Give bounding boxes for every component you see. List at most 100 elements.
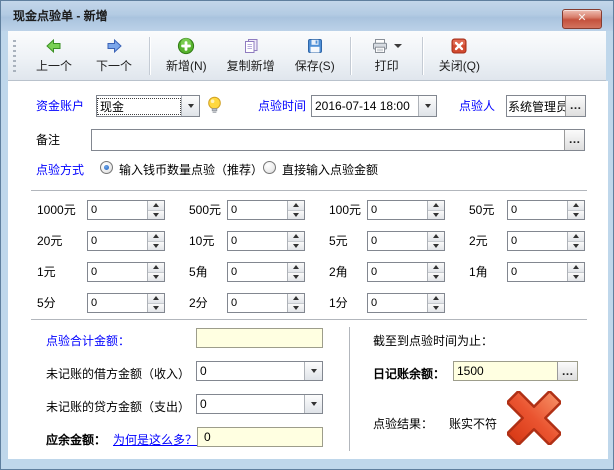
method-label: 点验方式 [36, 161, 84, 178]
denomination-value[interactable]: 0 [88, 235, 147, 247]
denomination-spinner[interactable]: 0 [507, 200, 585, 220]
next-button[interactable]: 下一个 [84, 33, 144, 78]
denomination-label: 1角 [469, 262, 507, 282]
denomination-value[interactable]: 0 [88, 266, 147, 278]
print-button[interactable]: 打印 [357, 33, 417, 78]
divider [31, 319, 587, 320]
toolbar-separator [350, 37, 352, 75]
prev-button-label: 上一个 [36, 57, 72, 74]
spinner-down-icon [433, 275, 439, 279]
save-button[interactable]: 保存(S) [285, 33, 345, 78]
spinner-buttons[interactable] [287, 263, 304, 281]
unposted-debit-combobox[interactable]: 0 [196, 361, 323, 381]
spinner-buttons[interactable] [427, 294, 444, 312]
denomination-spinner[interactable]: 0 [87, 293, 165, 313]
spinner-up-icon [573, 203, 579, 207]
denomination-value[interactable]: 0 [228, 266, 287, 278]
remark-input[interactable]: … [91, 129, 585, 151]
spinner-buttons[interactable] [427, 263, 444, 281]
denomination-spinner[interactable]: 0 [507, 262, 585, 282]
spinner-buttons[interactable] [147, 294, 164, 312]
spinner-buttons[interactable] [147, 263, 164, 281]
unposted-credit-value: 0 [197, 397, 304, 411]
denomination-value[interactable]: 0 [88, 297, 147, 309]
denomination-value[interactable]: 0 [508, 266, 567, 278]
check-time-dropdown-button[interactable] [418, 96, 436, 116]
account-dropdown-button[interactable] [181, 96, 199, 116]
spinner-buttons[interactable] [147, 232, 164, 250]
denomination-label: 1分 [329, 293, 367, 313]
unposted-credit-label: 未记账的贷方金额（支出） [46, 398, 190, 415]
denomination-spinner[interactable]: 0 [87, 262, 165, 282]
spinner-buttons[interactable] [427, 232, 444, 250]
close-button[interactable]: 关闭(Q) [429, 33, 490, 78]
denomination-spinner[interactable]: 0 [227, 200, 305, 220]
account-combobox[interactable]: 现金 [96, 95, 200, 117]
spinner-buttons[interactable] [567, 201, 584, 219]
denomination-value[interactable]: 0 [228, 297, 287, 309]
toolbar-grip-handle[interactable] [13, 40, 16, 72]
verifier-field[interactable]: 系统管理员 … [506, 95, 586, 117]
denomination-value[interactable]: 0 [368, 266, 427, 278]
spinner-buttons[interactable] [287, 294, 304, 312]
journal-balance-browse-button[interactable]: … [557, 362, 577, 380]
denomination-value[interactable]: 0 [508, 235, 567, 247]
verifier-browse-button[interactable]: … [565, 96, 585, 116]
toolbar-separator [149, 37, 151, 75]
unposted-debit-label: 未记账的借方金额（收入） [46, 365, 190, 382]
spinner-buttons[interactable] [287, 201, 304, 219]
hint-bulb-icon[interactable] [207, 96, 222, 116]
spinner-down-icon [573, 213, 579, 217]
spinner-up-icon [293, 296, 299, 300]
prev-button[interactable]: 上一个 [24, 33, 84, 78]
chevron-down-icon [188, 104, 194, 108]
denomination-value[interactable]: 0 [228, 235, 287, 247]
denomination-value[interactable]: 0 [88, 204, 147, 216]
denomination-spinner[interactable]: 0 [507, 231, 585, 251]
denomination-value[interactable]: 0 [228, 204, 287, 216]
remark-label: 备注 [36, 129, 60, 151]
spinner-up-icon [153, 296, 159, 300]
denomination-label: 5角 [189, 262, 227, 282]
unposted-credit-combobox[interactable]: 0 [196, 394, 323, 414]
denomination-spinner[interactable]: 0 [87, 200, 165, 220]
denomination-label: 500元 [189, 200, 227, 220]
window-close-button[interactable]: ✕ [562, 9, 602, 29]
print-dropdown-caret[interactable] [394, 44, 402, 48]
spinner-buttons[interactable] [427, 201, 444, 219]
expected-balance-value: 0 [201, 430, 319, 444]
denomination-label: 2分 [189, 293, 227, 313]
total-amount-label: 点验合计金额： [46, 332, 130, 349]
denomination-spinner[interactable]: 0 [367, 200, 445, 220]
method-radio-count[interactable] [100, 161, 113, 174]
check-time-combobox[interactable]: 2016-07-14 18:00 [311, 95, 437, 117]
denomination-spinner[interactable]: 0 [227, 231, 305, 251]
spinner-down-icon [433, 213, 439, 217]
unposted-debit-dropdown-button[interactable] [304, 362, 322, 380]
account-label: 资金账户 [36, 95, 84, 117]
spinner-buttons[interactable] [567, 263, 584, 281]
denomination-spinner[interactable]: 0 [87, 231, 165, 251]
denomination-spinner[interactable]: 0 [227, 293, 305, 313]
denomination-value[interactable]: 0 [368, 235, 427, 247]
next-button-label: 下一个 [96, 57, 132, 74]
denomination-label: 5分 [37, 293, 87, 313]
denomination-spinner[interactable]: 0 [227, 262, 305, 282]
denomination-value[interactable]: 0 [508, 204, 567, 216]
spinner-buttons[interactable] [147, 201, 164, 219]
denomination-value[interactable]: 0 [368, 204, 427, 216]
spinner-buttons[interactable] [567, 232, 584, 250]
spinner-down-icon [293, 306, 299, 310]
unposted-credit-dropdown-button[interactable] [304, 395, 322, 413]
method-radio-amount[interactable] [263, 161, 276, 174]
denomination-spinner[interactable]: 0 [367, 231, 445, 251]
account-value: 现金 [97, 98, 181, 115]
add-button[interactable]: 新增(N) [156, 33, 217, 78]
denomination-value[interactable]: 0 [368, 297, 427, 309]
why-so-much-link[interactable]: 为何是这么多？ [113, 431, 197, 448]
denomination-spinner[interactable]: 0 [367, 293, 445, 313]
remark-browse-button[interactable]: … [564, 130, 584, 150]
denomination-spinner[interactable]: 0 [367, 262, 445, 282]
spinner-buttons[interactable] [287, 232, 304, 250]
copy-add-button[interactable]: 复制新增 [217, 33, 285, 78]
